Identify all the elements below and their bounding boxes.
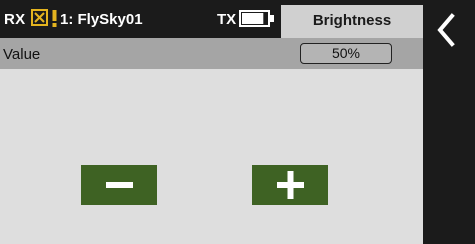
plus-icon — [277, 171, 304, 199]
value-row: Value 50% — [0, 38, 423, 69]
warning-icon — [51, 9, 58, 28]
decrease-button[interactable] — [81, 165, 157, 205]
minus-icon — [106, 182, 133, 188]
rx-label: RX — [4, 11, 26, 28]
model-name: 1: FlySky01 — [60, 11, 143, 28]
content-area — [0, 69, 423, 244]
tx-label: TX — [217, 11, 237, 28]
status-bar: RX 1: FlySky01 TX Brightness — [0, 0, 423, 38]
battery-icon — [239, 10, 275, 27]
back-button[interactable] — [423, 0, 475, 244]
value-label: Value — [3, 46, 41, 63]
receiver-disconnected-icon — [31, 9, 48, 26]
increase-button[interactable] — [252, 165, 328, 205]
brightness-screen: RX 1: FlySky01 TX Brightness Value 50% — [0, 0, 475, 244]
value-field[interactable]: 50% — [300, 43, 392, 64]
chevron-left-icon[interactable] — [432, 12, 462, 48]
screen-title: Brightness — [281, 5, 423, 38]
